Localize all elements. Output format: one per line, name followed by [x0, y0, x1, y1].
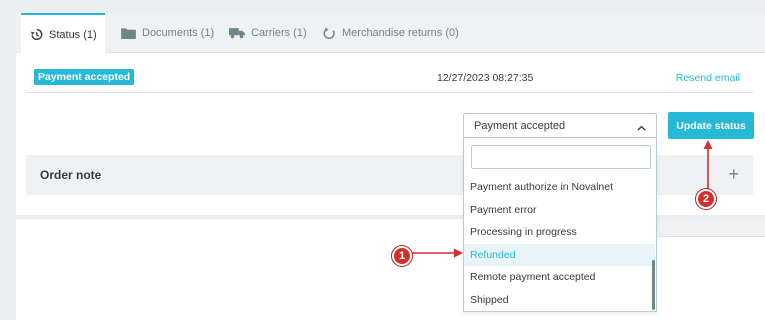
order-tabs: Status (1) Documents (1) Carriers (1) Me…	[16, 13, 765, 54]
status-dropdown: Payment authorize in Novalnet Payment er…	[463, 137, 657, 312]
status-option[interactable]: Remote payment accepted	[464, 266, 655, 289]
order-note-title: Order note	[40, 168, 102, 182]
resend-email-link[interactable]: Resend email	[676, 72, 740, 84]
tab-documents[interactable]: Documents (1)	[121, 13, 214, 53]
status-badge: Payment accepted	[34, 69, 135, 85]
truck-icon	[229, 27, 245, 39]
arrow-head	[454, 248, 463, 258]
status-option[interactable]: Shipped	[464, 289, 655, 312]
annotation-badge-2: 2	[696, 189, 716, 209]
status-search-input[interactable]	[471, 145, 651, 169]
folder-icon	[121, 27, 136, 39]
status-option-highlighted[interactable]: Refunded	[464, 243, 655, 266]
tab-label: Merchandise returns (0)	[342, 27, 459, 39]
tab-merchandise-returns[interactable]: Merchandise returns (0)	[323, 13, 459, 53]
tab-status[interactable]: Status (1)	[21, 13, 105, 54]
status-option[interactable]: Processing in progress	[464, 221, 655, 244]
update-status-button[interactable]: Update status	[668, 112, 754, 139]
dropdown-scrollbar[interactable]	[652, 260, 655, 310]
status-option[interactable]: Payment error	[464, 199, 655, 222]
tab-label: Carriers (1)	[251, 27, 307, 39]
annotation-badge-1: 1	[392, 246, 412, 266]
history-icon	[30, 28, 43, 41]
arrow-head	[703, 140, 713, 149]
status-date: 12/27/2023 08:27:35	[437, 72, 534, 84]
status-history-row: Payment accepted 12/27/2023 08:27:35 Res…	[26, 63, 753, 93]
tab-label: Documents (1)	[142, 27, 215, 39]
chevron-up-icon	[637, 122, 646, 134]
annotation-arrow-2	[703, 140, 713, 190]
status-select-value: Payment accepted	[474, 119, 566, 132]
lower-panel-header	[655, 219, 765, 237]
add-note-icon[interactable]: +	[728, 164, 739, 185]
status-option[interactable]: Payment authorize in Novalnet	[464, 176, 655, 199]
status-select[interactable]: Payment accepted	[463, 113, 657, 138]
tab-carriers[interactable]: Carriers (1)	[229, 13, 307, 53]
return-icon	[323, 27, 336, 40]
status-options-list: Payment authorize in Novalnet Payment er…	[464, 176, 655, 311]
tab-label: Status (1)	[49, 28, 97, 41]
